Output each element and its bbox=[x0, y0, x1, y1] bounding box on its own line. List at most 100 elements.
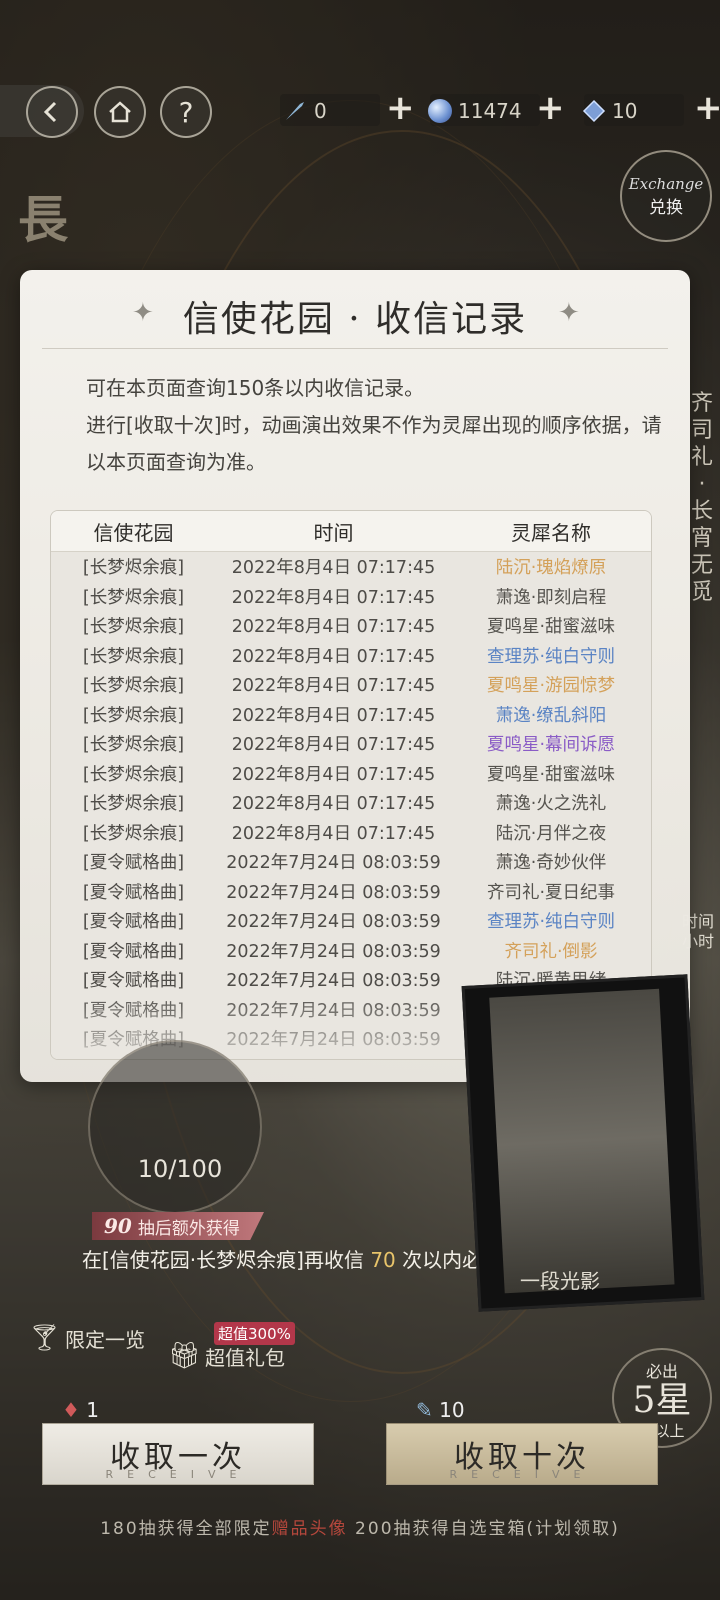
add-orb-button[interactable]: + bbox=[536, 88, 565, 128]
row-time: 2022年8月4日 07:17:45 bbox=[231, 705, 436, 726]
row-time: 2022年7月24日 08:03:59 bbox=[226, 941, 441, 962]
pull-one-cost-value: 1 bbox=[86, 1398, 100, 1422]
title-divider bbox=[42, 348, 668, 349]
pity-ribbon-text: 抽后额外获得 bbox=[137, 1218, 240, 1239]
row-time: 2022年8月4日 07:17:45 bbox=[231, 617, 436, 638]
gift-icon: 🎁︎ bbox=[168, 1341, 202, 1371]
add-ticket-button[interactable]: + bbox=[694, 88, 720, 128]
row-card-name: 夏鸣星·甜蜜滋味 bbox=[486, 617, 616, 638]
table-row: [长梦烬余痕] 2022年8月4日 07:17:45 陆沉·月伴之夜 bbox=[51, 818, 651, 848]
quill-value: 0 bbox=[314, 99, 327, 123]
row-time: 2022年8月4日 07:17:45 bbox=[231, 764, 436, 785]
row-pool: [长梦烬余痕] bbox=[82, 617, 185, 638]
records-modal: ✦ 信使花园 · 收信记录 ✦ 可在本页面查询150条以内收信记录。 进行[收取… bbox=[20, 270, 690, 1082]
badge-star-text: 5星 bbox=[632, 1380, 692, 1421]
limited-list-button[interactable]: 🍸︎ 限定一览 bbox=[28, 1323, 145, 1353]
back-button[interactable] bbox=[26, 86, 78, 138]
row-time: 2022年7月24日 08:03:59 bbox=[226, 853, 441, 874]
row-pool: [长梦烬余痕] bbox=[82, 764, 185, 785]
row-pool: [长梦烬余痕] bbox=[82, 705, 185, 726]
home-button[interactable] bbox=[94, 86, 146, 138]
featured-card-film[interactable] bbox=[461, 974, 705, 1312]
row-pool: [夏令赋格曲] bbox=[82, 912, 185, 933]
pity-ribbon-number: 90 bbox=[104, 1214, 132, 1238]
footer-part1: 180抽获得全部限定 bbox=[100, 1519, 272, 1539]
table-row: [长梦烬余痕] 2022年8月4日 07:17:45 夏鸣星·甜蜜滋味 bbox=[51, 759, 651, 789]
column-header-name: 灵犀名称 bbox=[511, 520, 591, 545]
add-quill-button[interactable]: + bbox=[386, 88, 415, 128]
table-row: [夏令赋格曲] 2022年7月24日 08:03:59 萧逸·奇妙伙伴 bbox=[51, 847, 651, 877]
row-card-name: 萧逸·即刻启程 bbox=[495, 587, 607, 608]
quill-currency: 0 bbox=[282, 94, 327, 128]
table-row: [长梦烬余痕] 2022年8月4日 07:17:45 萧逸·即刻启程 bbox=[51, 582, 651, 612]
exchange-button[interactable]: Exchange 兑换 bbox=[620, 150, 712, 242]
gift-pack-label: 超值礼包 bbox=[205, 1345, 286, 1370]
receive-ten-button[interactable]: 收取十次 RECEIVE bbox=[386, 1423, 658, 1485]
row-time: 2022年7月24日 08:03:59 bbox=[226, 882, 441, 903]
row-pool: [长梦烬余痕] bbox=[82, 676, 185, 697]
pull-ten-cost-value: 10 bbox=[439, 1398, 465, 1422]
row-card-name: 夏鸣星·甜蜜滋味 bbox=[486, 764, 616, 785]
table-header: 信使花园 时间 灵犀名称 bbox=[51, 511, 651, 552]
exchange-label: 兑换 bbox=[649, 197, 683, 218]
row-time: 2022年7月24日 08:03:59 bbox=[226, 912, 441, 933]
row-time: 2022年8月4日 07:17:45 bbox=[231, 558, 436, 579]
guarantee-prefix: 在[信使花园·长梦烬余痕]再收信 bbox=[82, 1248, 364, 1272]
orb-icon bbox=[428, 99, 452, 123]
footer-part2: 200抽获得自选宝箱(计划领取) bbox=[347, 1519, 620, 1539]
table-row: [夏令赋格曲] 2022年7月24日 08:03:59 齐司礼·夏日纪事 bbox=[51, 877, 651, 907]
ticket-value: 10 bbox=[612, 99, 638, 123]
row-card-name: 齐司礼·倒影 bbox=[504, 941, 598, 962]
modal-title: 信使花园 · 收信记录 bbox=[182, 299, 528, 340]
description-line: 进行[收取十次]时，动画演出效果不作为灵犀出现的顺序依据，请以本页面查询为准。 bbox=[86, 413, 662, 474]
sparkle-icon: ✦ bbox=[558, 298, 580, 328]
ticket-icon: ♦ bbox=[62, 1398, 80, 1422]
table-row: [长梦烬余痕] 2022年8月4日 07:17:45 夏鸣星·甜蜜滋味 bbox=[51, 611, 651, 641]
receive-once-button[interactable]: 收取一次 RECEIVE bbox=[42, 1423, 314, 1485]
table-row: [夏令赋格曲] 2022年7月24日 08:03:59 齐司礼·倒影 bbox=[51, 936, 651, 966]
receive-ten-sub: RECEIVE bbox=[449, 1468, 595, 1481]
row-time: 2022年8月4日 07:17:45 bbox=[231, 676, 436, 697]
column-header-pool: 信使花园 bbox=[93, 520, 174, 545]
back-icon bbox=[43, 101, 57, 123]
column-header-time: 时间 bbox=[313, 520, 354, 545]
modal-description: 可在本页面查询150条以内收信记录。 进行[收取十次]时，动画演出效果不作为灵犀… bbox=[86, 370, 676, 481]
quill-icon bbox=[286, 102, 304, 120]
row-card-name: 夏鸣星·游园惊梦 bbox=[486, 676, 616, 697]
row-card-name: 陆沉·月伴之夜 bbox=[495, 823, 607, 844]
records-table: 信使花园 时间 灵犀名称 [长梦烬余痕] 2022年8月4日 07:17:45 陆沉… bbox=[50, 510, 652, 1060]
table-row: [长梦烬余痕] 2022年8月4日 07:17:45 陆沉·瑰焰燎原 bbox=[51, 552, 651, 582]
row-time: 2022年8月4日 07:17:45 bbox=[231, 587, 436, 608]
gift-badge: 超值300% bbox=[214, 1322, 295, 1345]
row-pool: [长梦烬余痕] bbox=[82, 587, 185, 608]
table-row: [长梦烬余痕] 2022年8月4日 07:17:45 萧逸·缭乱斜阳 bbox=[51, 700, 651, 730]
row-card-name: 萧逸·奇妙伙伴 bbox=[495, 853, 607, 874]
row-pool: [夏令赋格曲] bbox=[82, 941, 185, 962]
ticket-currency: 10 bbox=[582, 94, 637, 128]
receive-once-sub: RECEIVE bbox=[105, 1468, 251, 1481]
row-pool: [夏令赋格曲] bbox=[82, 882, 185, 903]
row-time: 2022年7月24日 08:03:59 bbox=[226, 971, 441, 992]
home-icon bbox=[109, 101, 131, 123]
row-card-name: 夏鸣星·幕间诉愿 bbox=[486, 735, 616, 756]
table-row: [长梦烬余痕] 2022年8月4日 07:17:45 查理苏·纯白守则 bbox=[51, 641, 651, 671]
table-row: [夏令赋格曲] 2022年7月24日 08:03:59 查理苏·纯白守则 bbox=[51, 906, 651, 936]
diamond-ticket-icon bbox=[582, 99, 606, 123]
row-time: 2022年8月4日 07:17:45 bbox=[231, 646, 436, 667]
row-time: 2022年8月4日 07:17:45 bbox=[231, 794, 436, 815]
row-pool: [夏令赋格曲] bbox=[82, 853, 185, 874]
badge-top-text: 必出 bbox=[645, 1362, 678, 1381]
description-line: 可在本页面查询150条以内收信记录。 bbox=[86, 376, 425, 400]
exchange-script: Exchange bbox=[628, 174, 704, 193]
row-card-name: 查理苏·纯白守则 bbox=[486, 912, 616, 933]
row-pool: [长梦烬余痕] bbox=[82, 735, 185, 756]
featured-card-art bbox=[489, 988, 675, 1294]
help-button[interactable]: ? bbox=[160, 86, 212, 138]
footer-highlight: 赠品头像 bbox=[271, 1519, 348, 1539]
row-card-name: 查理苏·纯白守则 bbox=[486, 646, 616, 667]
cocktail-icon: 🍸︎ bbox=[28, 1323, 62, 1353]
pity-counter: 10/100 bbox=[137, 1155, 223, 1183]
pull-ten-cost: ✎ 10 bbox=[416, 1398, 465, 1422]
table-row: [长梦烬余痕] 2022年8月4日 07:17:45 夏鸣星·幕间诉愿 bbox=[51, 729, 651, 759]
row-card-name: 萧逸·火之洗礼 bbox=[495, 794, 607, 815]
